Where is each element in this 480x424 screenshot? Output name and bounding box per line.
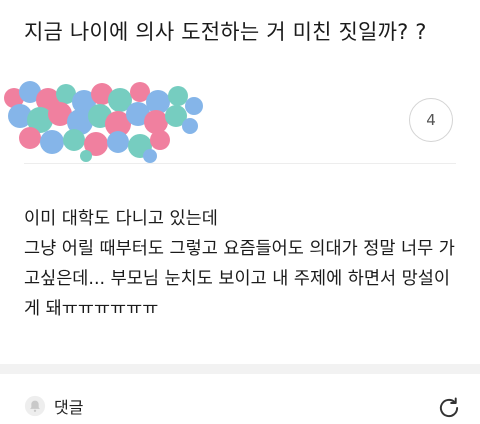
post-title: 지금 나이에 의사 도전하는 거 미친 짓일까? ? <box>24 20 427 44</box>
comment-label: 댓글 <box>54 398 84 417</box>
bell-icon <box>24 395 46 417</box>
divider <box>24 163 456 164</box>
section-separator <box>0 364 480 374</box>
post-body: 이미 대학도 다니고 있는데 그냥 어릴 때부터도 그렇고 요즘들어도 의대가 … <box>24 209 455 319</box>
comment-button[interactable]: 댓글 <box>24 394 83 418</box>
count-badge[interactable]: 4 <box>409 98 453 142</box>
refresh-icon[interactable] <box>436 395 462 421</box>
footer-bar: 댓글 <box>0 374 480 424</box>
author-row: 4 <box>0 80 480 164</box>
blurred-author-censor <box>4 81 203 163</box>
